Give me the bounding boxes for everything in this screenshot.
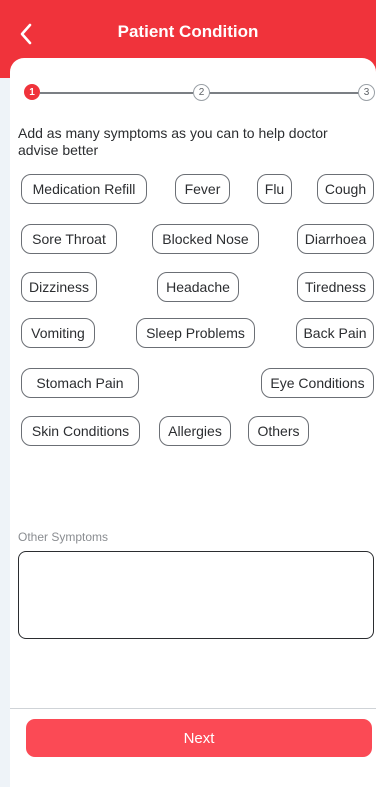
symptom-chip-dizziness[interactable]: Dizziness [21,272,97,302]
instructions-text: Add as many symptoms as you can to help … [18,125,328,158]
symptom-chip-back-pain[interactable]: Back Pain [296,318,374,348]
symptom-chip-medication-refill[interactable]: Medication Refill [21,174,147,204]
symptom-chip-stomach-pain[interactable]: Stomach Pain [21,368,139,398]
symptom-chip-blocked-nose[interactable]: Blocked Nose [152,224,259,254]
symptom-chip-others[interactable]: Others [248,416,309,446]
step-2[interactable]: 2 [193,84,210,101]
symptom-chip-allergies[interactable]: Allergies [159,416,231,446]
progress-stepper: 1 2 3 [24,84,375,102]
next-button[interactable]: Next [26,719,372,757]
stepper-line-2 [209,92,359,94]
other-symptoms-label: Other Symptoms [18,530,109,544]
footer-divider [10,708,376,709]
page-title: Patient Condition [117,22,259,41]
step-1[interactable]: 1 [24,84,40,100]
symptom-chip-headache[interactable]: Headache [157,272,239,302]
symptom-chip-cough[interactable]: Cough [317,174,374,204]
symptom-chip-fever[interactable]: Fever [175,174,230,204]
other-symptoms-input[interactable] [18,551,374,639]
symptom-chip-sleep-problems[interactable]: Sleep Problems [136,318,255,348]
symptom-chip-flu[interactable]: Flu [257,174,292,204]
symptom-chip-tiredness[interactable]: Tiredness [297,272,374,302]
symptom-chip-skin-conditions[interactable]: Skin Conditions [21,416,140,446]
symptom-chip-diarrhoea[interactable]: Diarrhoea [297,224,374,254]
background-strip [0,0,10,787]
stepper-line-1 [40,92,193,94]
symptom-chip-eye-conditions[interactable]: Eye Conditions [261,368,374,398]
step-3[interactable]: 3 [358,84,375,101]
symptom-chip-vomiting[interactable]: Vomiting [21,318,95,348]
symptom-chip-sore-throat[interactable]: Sore Throat [21,224,117,254]
